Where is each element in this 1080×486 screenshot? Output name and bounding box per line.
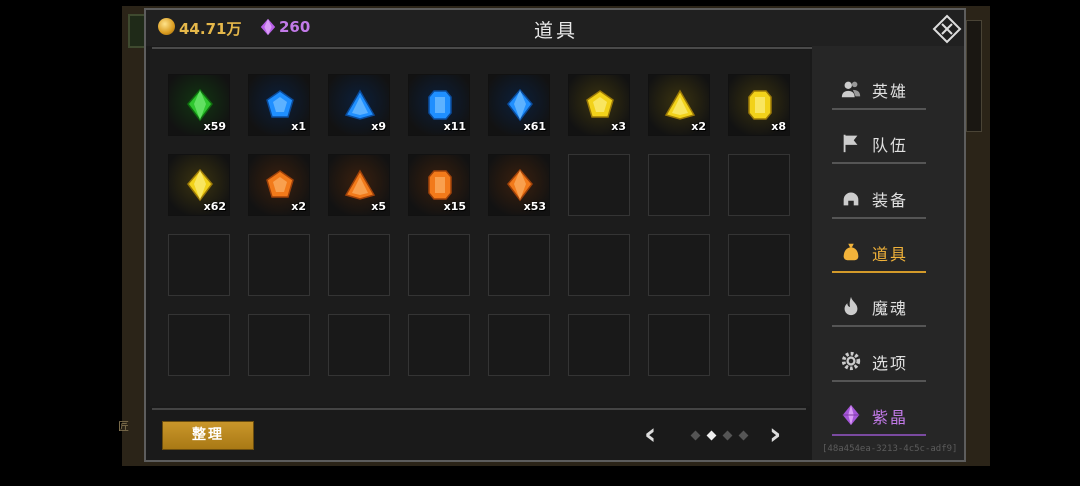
close-button[interactable] (932, 14, 962, 44)
page-dot[interactable] (706, 430, 717, 441)
item-quantity: x53 (523, 200, 546, 213)
inventory-slot[interactable]: x53 (488, 154, 550, 216)
sidebar-item-flame[interactable]: 魔魂 (832, 287, 948, 331)
inventory-slot[interactable]: x15 (408, 154, 470, 216)
item-quantity: x62 (203, 200, 226, 213)
item-quantity: x8 (771, 120, 786, 133)
inventory-slot[interactable]: x3 (568, 74, 630, 136)
build-id: [48a454ea-3213-4c5c-adf9] (822, 444, 958, 454)
inventory-slot[interactable]: x8 (728, 74, 790, 136)
sidebar-item-underline (832, 216, 926, 219)
inventory-slot[interactable]: x2 (248, 154, 310, 216)
page-dot[interactable] (738, 430, 749, 441)
sidebar-item-underline (832, 270, 926, 273)
empty-inventory-slot[interactable] (328, 234, 390, 296)
sidebar-item-underline (832, 433, 926, 436)
sidebar-item-label: 选项 (872, 353, 909, 373)
gold-amount: 44.71万 (179, 20, 242, 38)
empty-inventory-slot[interactable] (648, 154, 710, 216)
inventory-panel: 44.71万 260 道具 x59 x1 x9 x11 x61 x3 x2 x8… (144, 8, 966, 462)
empty-inventory-slot[interactable] (168, 314, 230, 376)
sidebar-item-bag[interactable]: 道具 (832, 233, 948, 277)
empty-inventory-slot[interactable] (168, 234, 230, 296)
sidebar-item-label: 魔魂 (872, 299, 909, 319)
sidebar-item-helmet[interactable]: 装备 (832, 179, 948, 223)
empty-inventory-slot[interactable] (248, 234, 310, 296)
item-quantity: x59 (203, 120, 226, 133)
item-quantity: x61 (523, 120, 546, 133)
inventory-slot[interactable]: x62 (168, 154, 230, 216)
category-sidebar: 英雄队伍装备道具魔魂选项紫晶 (812, 46, 964, 460)
panel-header: 44.71万 260 道具 (146, 10, 964, 46)
inventory-slot[interactable]: x61 (488, 74, 550, 136)
sidebar-item-underline (832, 162, 926, 165)
inventory-slot[interactable]: x59 (168, 74, 230, 136)
inventory-slot[interactable]: x9 (328, 74, 390, 136)
empty-inventory-slot[interactable] (328, 314, 390, 376)
sidebar-item-underline (832, 325, 926, 328)
empty-inventory-slot[interactable] (568, 234, 630, 296)
item-quantity: x5 (371, 200, 386, 213)
empty-inventory-slot[interactable] (648, 234, 710, 296)
sidebar-item-label: 装备 (872, 190, 909, 210)
panel-title: 道具 (533, 20, 578, 42)
inventory-grid: x59 x1 x9 x11 x61 x3 x2 x8 x62 x2 x5 x15… (150, 50, 810, 406)
sidebar-item-gear[interactable]: 选项 (832, 342, 948, 386)
sidebar-item-underline (832, 379, 926, 382)
item-quantity: x11 (443, 120, 466, 133)
inventory-slot[interactable]: x2 (648, 74, 710, 136)
sidebar-item-flag[interactable]: 队伍 (832, 124, 948, 168)
empty-inventory-slot[interactable] (408, 314, 470, 376)
item-quantity: x2 (691, 120, 706, 133)
footer-divider (152, 408, 806, 410)
sort-button[interactable]: 整理 (162, 421, 254, 450)
empty-inventory-slot[interactable] (728, 234, 790, 296)
next-page-button[interactable]: › (769, 418, 781, 452)
empty-inventory-slot[interactable] (408, 234, 470, 296)
sidebar-item-label: 英雄 (872, 82, 909, 101)
item-quantity: x1 (291, 120, 306, 133)
sidebar-item-label: 队伍 (872, 136, 909, 156)
empty-inventory-slot[interactable] (568, 314, 630, 376)
page-dot[interactable] (690, 430, 701, 441)
sidebar-item-label: 道具 (872, 244, 909, 264)
inventory-slot[interactable]: x1 (248, 74, 310, 136)
background-decoration-right (966, 20, 982, 132)
inventory-slot[interactable]: x5 (328, 154, 390, 216)
sidebar-item-heroes[interactable]: 英雄 (832, 70, 948, 114)
page-dot[interactable] (722, 430, 733, 441)
empty-inventory-slot[interactable] (488, 234, 550, 296)
sidebar-item-crystal[interactable]: 紫晶 (832, 396, 948, 440)
item-quantity: x9 (371, 120, 386, 133)
empty-inventory-slot[interactable] (568, 154, 630, 216)
sidebar-item-label: 紫晶 (872, 407, 909, 427)
empty-inventory-slot[interactable] (728, 314, 790, 376)
purple-gem-icon (260, 18, 276, 36)
item-quantity: x3 (611, 120, 626, 133)
item-quantity: x15 (443, 200, 466, 213)
empty-inventory-slot[interactable] (248, 314, 310, 376)
gold-coin-icon (158, 18, 175, 35)
gem-amount: 260 (279, 18, 311, 36)
inventory-slot[interactable]: x11 (408, 74, 470, 136)
empty-inventory-slot[interactable] (488, 314, 550, 376)
background-label: 匠 (118, 420, 129, 433)
previous-page-button[interactable]: ‹ (644, 418, 656, 452)
empty-inventory-slot[interactable] (648, 314, 710, 376)
sidebar-item-underline (832, 108, 926, 110)
item-quantity: x2 (291, 200, 306, 213)
empty-inventory-slot[interactable] (728, 154, 790, 216)
